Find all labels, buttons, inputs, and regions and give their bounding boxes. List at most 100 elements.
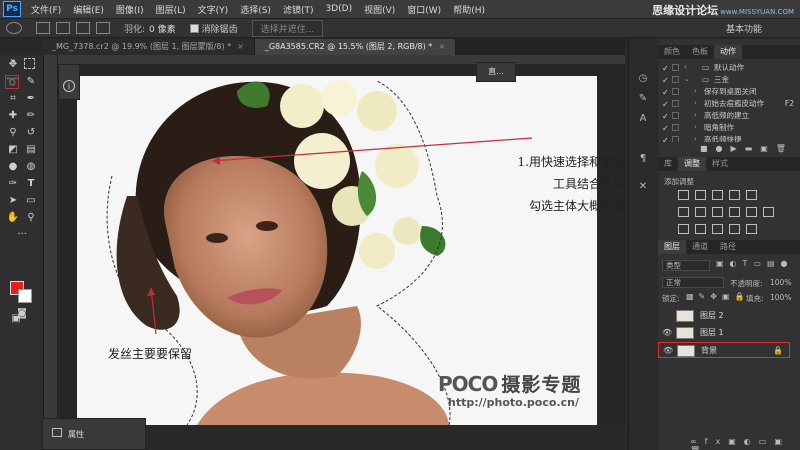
menu-help[interactable]: 帮助(H): [447, 3, 491, 16]
workspace-switcher[interactable]: 基本功能: [726, 22, 762, 35]
menu-file[interactable]: 文件(F): [25, 3, 67, 16]
menu-edit[interactable]: 编辑(E): [67, 3, 110, 16]
layer-row-selected[interactable]: 👁 背景 🔒: [658, 342, 790, 358]
blur-icon[interactable]: ●: [6, 160, 20, 174]
chevron-down-icon[interactable]: ⌄: [684, 74, 690, 85]
more-icon[interactable]: ···: [15, 228, 29, 242]
toggle-box[interactable]: [672, 136, 679, 142]
adjust-brush-icon[interactable]: ✎: [636, 92, 650, 106]
shape-icon[interactable]: ▭: [24, 194, 38, 208]
brush-icon[interactable]: ✏: [24, 109, 38, 123]
screenmode-icon[interactable]: ▣: [9, 312, 23, 326]
black-white-icon[interactable]: [712, 207, 723, 217]
stamp-icon[interactable]: ⚲: [6, 126, 20, 140]
gradient-icon[interactable]: ▤: [24, 143, 38, 157]
action-item[interactable]: ✓ › 高低频快捷: [658, 134, 800, 142]
actions-toolbar[interactable]: ■●▶▬▣🗑: [700, 144, 794, 153]
chevron-right-icon[interactable]: ›: [694, 110, 697, 121]
menu-type[interactable]: 文字(Y): [192, 3, 235, 16]
chevron-right-icon[interactable]: ›: [694, 98, 697, 109]
toggle-box[interactable]: [672, 64, 679, 71]
layer-filter-icons[interactable]: ▣◐T▭▤●: [716, 259, 794, 268]
action-item[interactable]: ✓ › ▭ 默认动作: [658, 62, 800, 73]
action-item[interactable]: ✓ ⌄ ▭ 三金: [658, 74, 800, 85]
lock-icons[interactable]: ▩✎✥▣🔒: [686, 292, 749, 301]
hue-saturation-icon[interactable]: [678, 207, 689, 217]
pen-icon[interactable]: ✑: [6, 177, 20, 191]
color-balance-icon[interactable]: [695, 207, 706, 217]
dodge-icon[interactable]: ◍: [24, 160, 38, 174]
layer-row[interactable]: 图层 2: [658, 308, 790, 324]
threshold-icon[interactable]: [712, 224, 723, 234]
tab-layers[interactable]: 图层: [658, 240, 686, 254]
hand-icon[interactable]: ✋: [6, 211, 20, 225]
tab-paths[interactable]: 路径: [714, 240, 742, 254]
color-lookup-icon[interactable]: [763, 207, 774, 217]
layer-row[interactable]: 👁 图层 1: [658, 325, 790, 341]
fill-input[interactable]: 100%: [770, 293, 791, 302]
eyedropper-icon[interactable]: ✒: [24, 92, 38, 106]
type-icon[interactable]: T: [24, 177, 38, 191]
tools-preset-icon[interactable]: ✕: [636, 180, 650, 194]
info-icon[interactable]: i: [63, 80, 75, 92]
marquee-icon[interactable]: [24, 58, 35, 69]
photo-filter-icon[interactable]: [729, 207, 740, 217]
new-selection-icon[interactable]: [36, 22, 50, 34]
chevron-right-icon[interactable]: ›: [684, 62, 687, 73]
action-item[interactable]: ✓ › 保存到桌面关闭: [658, 86, 800, 97]
menu-image[interactable]: 图像(I): [110, 3, 150, 16]
action-item[interactable]: ✓ › 初始去痘瘢皮动作 F2: [658, 98, 800, 109]
menu-layer[interactable]: 图层(L): [150, 3, 192, 16]
healing-icon[interactable]: ✚: [6, 109, 20, 123]
tab-color[interactable]: 颜色: [658, 45, 686, 59]
chevron-right-icon[interactable]: ›: [694, 86, 697, 97]
exposure-icon[interactable]: [729, 190, 740, 200]
blend-mode-select[interactable]: 正常: [662, 277, 724, 288]
levels-icon[interactable]: [695, 190, 706, 200]
menu-view[interactable]: 视图(V): [358, 3, 401, 16]
antialias-checkbox[interactable]: [189, 23, 199, 33]
toggle-box[interactable]: [672, 124, 679, 131]
close-icon[interactable]: ×: [237, 42, 244, 51]
close-icon[interactable]: ×: [438, 42, 445, 51]
path-select-icon[interactable]: ➤: [6, 194, 20, 208]
tab-actions[interactable]: 动作: [714, 45, 742, 59]
menu-3d[interactable]: 3D(D): [319, 4, 358, 14]
toggle-box[interactable]: [672, 76, 679, 83]
brightness-icon[interactable]: [678, 190, 689, 200]
history-icon[interactable]: ◷: [636, 72, 650, 86]
menu-select[interactable]: 选择(S): [234, 3, 277, 16]
history-brush-icon[interactable]: ↺: [24, 126, 38, 140]
posterize-icon[interactable]: [695, 224, 706, 234]
crop-icon[interactable]: ⌗: [6, 92, 20, 106]
action-item[interactable]: ✓ › 暗角制作: [658, 122, 800, 133]
zoom-icon[interactable]: ⚲: [24, 211, 38, 225]
lasso-icon[interactable]: ➰: [5, 75, 19, 89]
menu-window[interactable]: 窗口(W): [401, 3, 447, 16]
tab-styles[interactable]: 样式: [706, 157, 734, 171]
layers-footer-toolbar[interactable]: ∞fx▣◐▭▣🗑: [690, 437, 800, 450]
layer-filter-select[interactable]: 类型: [662, 260, 710, 271]
paragraph-icon[interactable]: ¶: [636, 152, 650, 166]
eraser-icon[interactable]: ◩: [6, 143, 20, 157]
selective-color-icon[interactable]: [729, 224, 740, 234]
invert-icon[interactable]: [678, 224, 689, 234]
select-and-mask-button[interactable]: 选择并遮住...: [251, 19, 324, 37]
gradient-map-icon[interactable]: [746, 224, 757, 234]
tab-adjustments[interactable]: 调整: [678, 157, 706, 171]
background-color-swatch[interactable]: [18, 289, 32, 303]
lasso-preset-icon[interactable]: [6, 22, 22, 34]
tab-channels[interactable]: 通道: [686, 240, 714, 254]
toolbar-collapse-icon[interactable]: »: [6, 55, 20, 69]
chevron-right-icon[interactable]: ›: [694, 134, 697, 142]
character-icon[interactable]: A: [636, 112, 650, 126]
subtract-selection-icon[interactable]: [76, 22, 90, 34]
eye-icon[interactable]: 👁: [663, 343, 673, 359]
document-tab-1[interactable]: _MG_7378.cr2 @ 19.9% (图层 1, 图层蒙版/8) * ×: [42, 39, 255, 55]
tab-libraries[interactable]: 库: [658, 157, 678, 171]
quick-select-icon[interactable]: ✎: [24, 75, 38, 89]
vibrance-icon[interactable]: [746, 190, 757, 200]
opacity-input[interactable]: 100%: [770, 278, 791, 287]
toggle-box[interactable]: [672, 88, 679, 95]
toggle-box[interactable]: [672, 100, 679, 107]
